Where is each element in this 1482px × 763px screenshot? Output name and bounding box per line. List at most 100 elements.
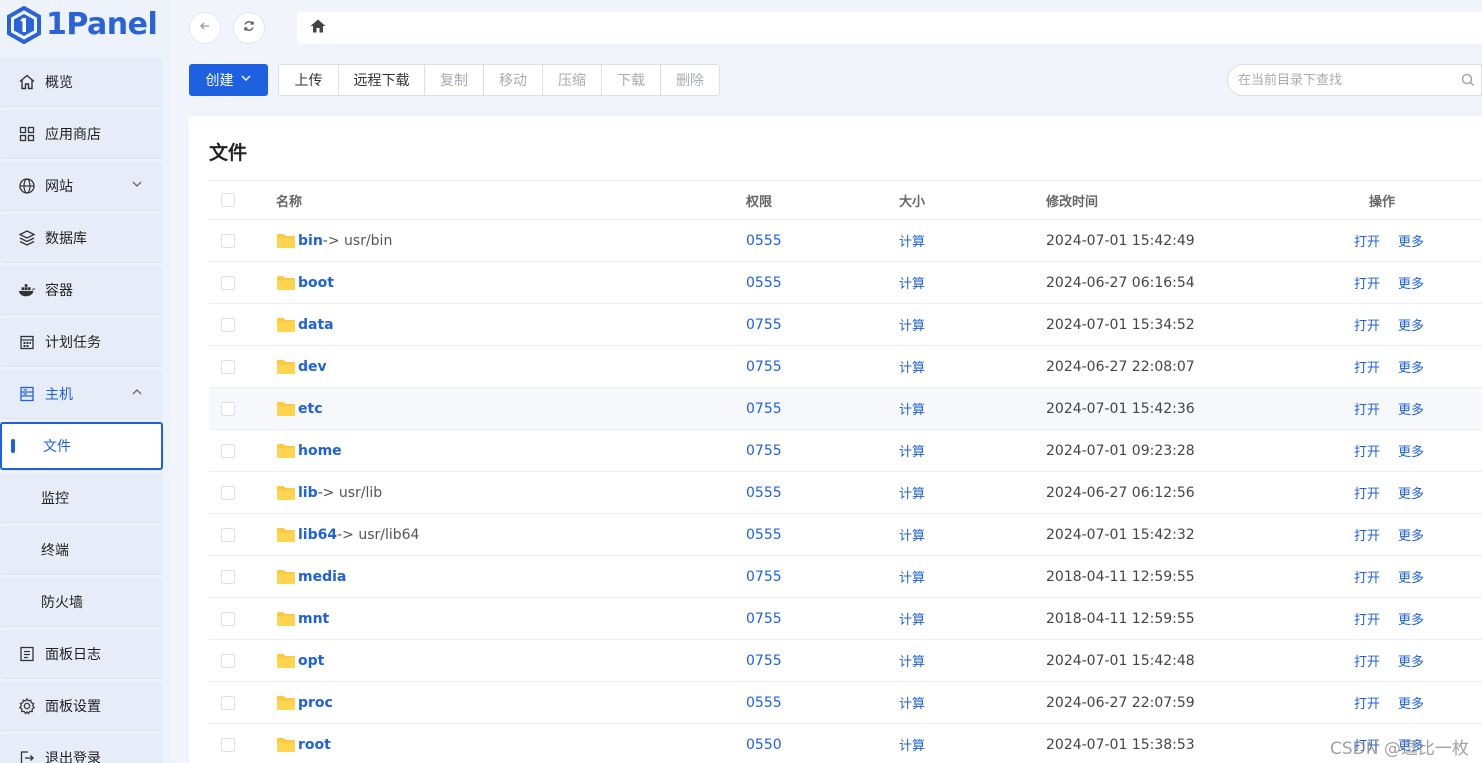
open-button[interactable]: 打开 — [1354, 231, 1380, 250]
table-row[interactable]: data 0755 计算 2024-07-01 15:34:52 打开 更多 — [209, 304, 1482, 346]
open-button[interactable]: 打开 — [1354, 399, 1380, 418]
more-button[interactable]: 更多 — [1398, 273, 1424, 292]
refresh-button[interactable] — [233, 12, 265, 44]
table-row[interactable]: lib64 -> usr/lib64 0555 计算 2024-07-01 15:42:… — [209, 514, 1482, 556]
open-button[interactable]: 打开 — [1354, 609, 1380, 628]
compute-size-link[interactable]: 计算 — [899, 556, 925, 597]
file-name-link[interactable]: proc — [298, 695, 333, 711]
compute-size-link[interactable]: 计算 — [899, 220, 925, 261]
row-checkbox[interactable] — [221, 359, 235, 374]
file-name-link[interactable]: root — [298, 737, 331, 753]
open-button[interactable]: 打开 — [1354, 525, 1380, 544]
table-row[interactable]: root 0550 计算 2024-07-01 15:38:53 打开 更多 — [209, 724, 1482, 763]
table-row[interactable]: lib -> usr/lib 0555 计算 2024-06-27 06:12:56 打开… — [209, 472, 1482, 514]
more-button[interactable]: 更多 — [1398, 525, 1424, 544]
table-row[interactable]: media 0755 计算 2018-04-11 12:59:55 打开 更多 — [209, 556, 1482, 598]
logo[interactable]: 1Panel — [0, 0, 170, 48]
file-name-link[interactable]: lib64 — [298, 527, 337, 543]
compute-size-link[interactable]: 计算 — [899, 388, 925, 429]
copy-button[interactable]: 复制 — [425, 65, 484, 95]
file-name-link[interactable]: bin — [298, 233, 323, 249]
compute-size-link[interactable]: 计算 — [899, 472, 925, 513]
file-name-link[interactable]: etc — [298, 401, 323, 417]
sidebar-item-panel-log[interactable]: 面板日志 — [0, 630, 163, 678]
file-name-link[interactable]: media — [298, 569, 346, 585]
permission-value[interactable]: 0555 — [746, 220, 782, 261]
more-button[interactable]: 更多 — [1398, 441, 1424, 460]
row-checkbox[interactable] — [221, 527, 235, 542]
path-breadcrumb[interactable] — [297, 12, 1482, 44]
delete-button[interactable]: 删除 — [661, 65, 719, 95]
col-name[interactable]: 名称 — [276, 181, 302, 219]
table-row[interactable]: proc 0555 计算 2024-06-27 22:07:59 打开 更多 — [209, 682, 1482, 724]
more-button[interactable]: 更多 — [1398, 651, 1424, 670]
open-button[interactable]: 打开 — [1354, 357, 1380, 376]
sidebar-item-files[interactable]: 文件 — [0, 422, 163, 470]
permission-value[interactable]: 0555 — [746, 514, 782, 555]
sidebar-item-panel-settings[interactable]: 面板设置 — [0, 682, 163, 730]
more-button[interactable]: 更多 — [1398, 483, 1424, 502]
sidebar-item-overview[interactable]: 概览 — [0, 58, 163, 106]
open-button[interactable]: 打开 — [1354, 651, 1380, 670]
permission-value[interactable]: 0755 — [746, 556, 782, 597]
row-checkbox[interactable] — [221, 485, 235, 500]
file-name-link[interactable]: dev — [298, 359, 327, 375]
compute-size-link[interactable]: 计算 — [899, 262, 925, 303]
open-button[interactable]: 打开 — [1354, 273, 1380, 292]
permission-value[interactable]: 0755 — [746, 304, 782, 345]
table-row[interactable]: opt 0755 计算 2024-07-01 15:42:48 打开 更多 — [209, 640, 1482, 682]
compute-size-link[interactable]: 计算 — [899, 598, 925, 639]
open-button[interactable]: 打开 — [1354, 483, 1380, 502]
col-size[interactable]: 大小 — [899, 181, 925, 219]
table-row[interactable]: boot 0555 计算 2024-06-27 06:16:54 打开 更多 — [209, 262, 1482, 304]
home-icon[interactable] — [309, 17, 327, 39]
open-button[interactable]: 打开 — [1354, 441, 1380, 460]
row-checkbox[interactable] — [221, 737, 235, 752]
file-name-link[interactable]: opt — [298, 653, 324, 669]
create-button[interactable]: 创建 — [189, 64, 268, 96]
table-row[interactable]: home 0755 计算 2024-07-01 09:23:28 打开 更多 — [209, 430, 1482, 472]
table-row[interactable]: dev 0755 计算 2024-06-27 22:08:07 打开 更多 — [209, 346, 1482, 388]
file-name-link[interactable]: mnt — [298, 611, 329, 627]
sidebar-item-terminal[interactable]: 终端 — [0, 526, 163, 574]
table-row[interactable]: mnt 0755 计算 2018-04-11 12:59:55 打开 更多 — [209, 598, 1482, 640]
move-button[interactable]: 移动 — [484, 65, 543, 95]
compute-size-link[interactable]: 计算 — [899, 346, 925, 387]
permission-value[interactable]: 0755 — [746, 640, 782, 681]
permission-value[interactable]: 0755 — [746, 388, 782, 429]
row-checkbox[interactable] — [221, 569, 235, 584]
row-checkbox[interactable] — [221, 443, 235, 458]
row-checkbox[interactable] — [221, 611, 235, 626]
open-button[interactable]: 打开 — [1354, 567, 1380, 586]
row-checkbox[interactable] — [221, 401, 235, 416]
permission-value[interactable]: 0755 — [746, 598, 782, 639]
sidebar-item-database[interactable]: 数据库 — [0, 214, 163, 262]
more-button[interactable]: 更多 — [1398, 609, 1424, 628]
table-row[interactable]: bin -> usr/bin 0555 计算 2024-07-01 15:42:49 打开… — [209, 220, 1482, 262]
download-button[interactable]: 下载 — [602, 65, 661, 95]
row-checkbox[interactable] — [221, 695, 235, 710]
permission-value[interactable]: 0755 — [746, 346, 782, 387]
permission-value[interactable]: 0555 — [746, 262, 782, 303]
compute-size-link[interactable]: 计算 — [899, 514, 925, 555]
compute-size-link[interactable]: 计算 — [899, 640, 925, 681]
search-input[interactable] — [1238, 72, 1453, 88]
upload-button[interactable]: 上传 — [279, 65, 339, 95]
back-button[interactable] — [189, 12, 221, 44]
sidebar-item-monitor[interactable]: 监控 — [0, 474, 163, 522]
compute-size-link[interactable]: 计算 — [899, 724, 925, 763]
permission-value[interactable]: 0755 — [746, 430, 782, 471]
file-name-link[interactable]: home — [298, 443, 342, 459]
remote-download-button[interactable]: 远程下载 — [339, 65, 425, 95]
sidebar-item-firewall[interactable]: 防火墙 — [0, 578, 163, 626]
sidebar-item-container[interactable]: 容器 — [0, 266, 163, 314]
more-button[interactable]: 更多 — [1398, 399, 1424, 418]
more-button[interactable]: 更多 — [1398, 567, 1424, 586]
more-button[interactable]: 更多 — [1398, 315, 1424, 334]
file-name-link[interactable]: data — [298, 317, 334, 333]
sidebar-item-logout[interactable]: 退出登录 — [0, 734, 163, 763]
compute-size-link[interactable]: 计算 — [899, 430, 925, 471]
row-checkbox[interactable] — [221, 317, 235, 332]
permission-value[interactable]: 0555 — [746, 472, 782, 513]
permission-value[interactable]: 0555 — [746, 682, 782, 723]
